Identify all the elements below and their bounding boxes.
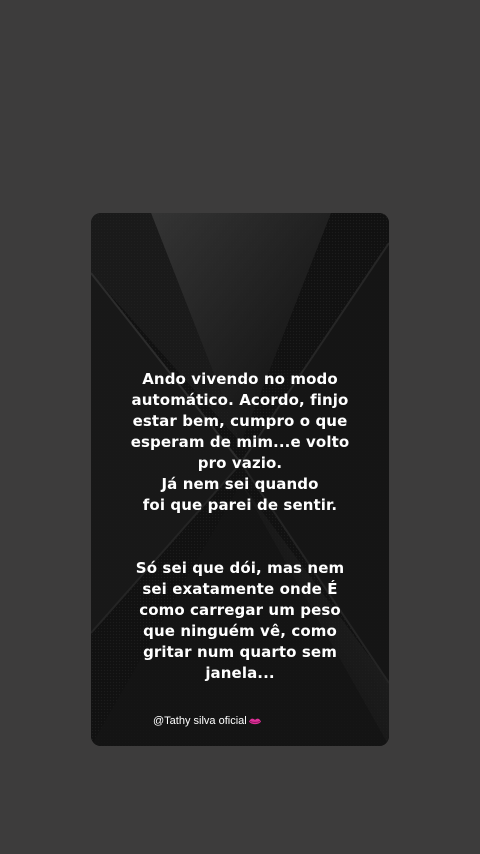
signature-text: @Tathy silva oficial <box>153 715 247 727</box>
story-paragraph-1: Ando vivendo no modo automático. Acordo,… <box>130 370 350 514</box>
lips-icon <box>248 718 261 724</box>
author-signature: @Tathy silva oficial <box>153 715 262 727</box>
story-paragraph-2: Só sei que dói, mas nem sei exatamente o… <box>135 559 345 682</box>
story-card: Ando vivendo no modo automático. Acordo,… <box>91 213 389 746</box>
story-text: Ando vivendo no modo automático. Acordo,… <box>91 348 389 705</box>
